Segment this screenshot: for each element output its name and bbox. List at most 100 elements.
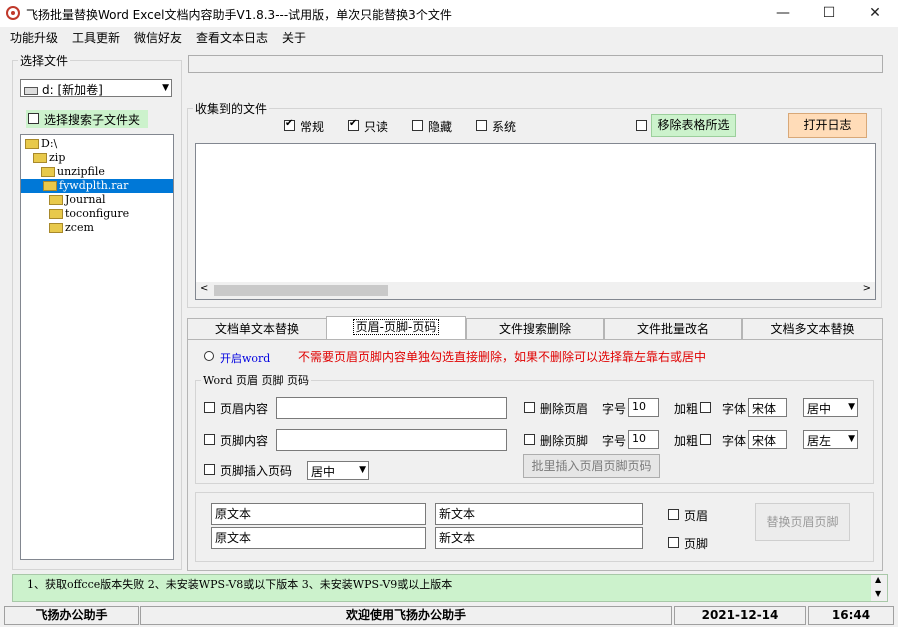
folder-icon [49, 223, 63, 233]
footer-font-label: 字体 [722, 434, 747, 448]
menu-bar: 功能升级 工具更新 微信好友 查看文本日志 关于 [0, 27, 898, 47]
scroll-right-icon[interactable]: > [863, 283, 871, 294]
include-subfolders[interactable]: 选择搜索子文件夹 [26, 110, 148, 128]
replace-header-label: 页眉 [684, 509, 709, 523]
filter-system-label: 系统 [492, 120, 517, 134]
tab-multi-replace[interactable]: 文档多文本替换 [742, 318, 883, 340]
header-content-label: 页眉内容 [220, 402, 269, 416]
footer-bold-checkbox[interactable] [700, 434, 711, 445]
tree-item[interactable]: toconfigure [49, 207, 129, 221]
filter-readonly-label: 只读 [364, 120, 389, 134]
delete-footer-checkbox[interactable] [524, 434, 535, 445]
replace-footer-checkbox[interactable] [668, 537, 679, 548]
header-bold-checkbox[interactable] [700, 402, 711, 413]
scroll-up-icon[interactable]: ▲ [875, 575, 881, 584]
tree-item[interactable]: unzipfile [41, 165, 105, 179]
header-bold-label: 加粗 [674, 402, 699, 416]
folder-open-icon [43, 181, 57, 191]
filter-hidden-checkbox[interactable] [412, 120, 423, 131]
tab-batch-rename[interactable]: 文件批量改名 [604, 318, 742, 340]
menu-wechat[interactable]: 微信好友 [134, 29, 182, 46]
original-text-input-2[interactable]: 原文本 [211, 527, 426, 549]
header-size-input[interactable]: 10 [628, 398, 659, 417]
folder-tree[interactable]: D:\ zip unzipfile fywdplth.rar Journal t… [20, 134, 174, 560]
filter-hidden-label: 隐藏 [428, 120, 453, 134]
log-text: 1、获取offcce版本失败 2、未安装WPS-V8或以下版本 3、未安装WPS… [27, 578, 453, 591]
delete-header-label: 删除页眉 [540, 402, 589, 416]
horizontal-scrollbar[interactable]: < > [196, 282, 875, 299]
folder-icon [49, 195, 63, 205]
scroll-left-icon[interactable]: < [200, 283, 208, 294]
filter-normal-label: 常规 [300, 120, 325, 134]
header-font-label: 字体 [722, 402, 747, 416]
chevron-down-icon: ▼ [359, 465, 366, 475]
tab-single-replace[interactable]: 文档单文本替换 [187, 318, 327, 340]
tab-file-search-delete[interactable]: 文件搜索删除 [466, 318, 604, 340]
window-title: 飞扬批量替换Word Excel文档内容助手V1.8.3---试用版，单次只能替… [26, 8, 452, 22]
header-align-select[interactable]: 居中 ▼ [803, 398, 858, 417]
footer-size-input[interactable]: 10 [628, 430, 659, 449]
tree-item[interactable]: D:\ [25, 137, 57, 151]
footer-font-input[interactable]: 宋体 [748, 430, 787, 449]
header-font-input[interactable]: 宋体 [748, 398, 787, 417]
delete-header-checkbox[interactable] [524, 402, 535, 413]
footer-page-number-checkbox[interactable] [204, 464, 215, 475]
drive-select[interactable]: d: [新加卷] ▼ [20, 79, 172, 97]
tree-item[interactable]: zcem [49, 221, 94, 235]
title-bar: 飞扬批量替换Word Excel文档内容助手V1.8.3---试用版，单次只能替… [0, 0, 898, 27]
notice-text: 不需要页眉页脚内容单独勾选直接删除，如果不删除可以选择靠左靠右或居中 [298, 350, 707, 364]
tree-item-selected[interactable]: fywdplth.rar [21, 179, 173, 193]
select-file-title: 选择文件 [18, 52, 71, 69]
scroll-down-icon[interactable]: ▼ [875, 589, 881, 598]
word-group-title: Word 页眉 页脚 页码 [201, 372, 311, 388]
tree-item[interactable]: zip [33, 151, 65, 165]
footer-bold-label: 加粗 [674, 434, 699, 448]
footer-align-select[interactable]: 居左 ▼ [803, 430, 858, 449]
new-text-input-1[interactable]: 新文本 [435, 503, 643, 525]
folder-open-icon [33, 153, 47, 163]
replace-header-footer-button[interactable]: 替换页眉页脚 [755, 503, 850, 541]
path-bar [188, 55, 883, 73]
footer-content-checkbox[interactable] [204, 434, 215, 445]
new-text-input-2[interactable]: 新文本 [435, 527, 643, 549]
open-word-radio[interactable] [204, 351, 214, 361]
log-area: 1、获取offcce版本失败 2、未安装WPS-V8或以下版本 3、未安装WPS… [12, 574, 888, 602]
tab-header-footer[interactable]: 页眉-页脚-页码 [326, 316, 466, 340]
select-all-checkbox[interactable] [636, 120, 647, 131]
original-text-input-1[interactable]: 原文本 [211, 503, 426, 525]
scrollbar-thumb[interactable] [214, 285, 388, 296]
file-list-table[interactable]: < > [195, 143, 876, 300]
close-button[interactable]: ✕ [852, 0, 898, 27]
remove-selected-button[interactable]: 移除表格所选 [651, 114, 736, 137]
page-number-align-select[interactable]: 居中 ▼ [307, 461, 369, 480]
batch-insert-button[interactable]: 批里插入页眉页脚页码 [523, 454, 660, 478]
folder-open-icon [25, 139, 39, 149]
folder-icon [49, 209, 63, 219]
footer-size-label: 字号 [602, 434, 627, 448]
header-size-label: 字号 [602, 402, 627, 416]
menu-upgrade[interactable]: 功能升级 [10, 29, 58, 46]
filter-readonly-checkbox[interactable] [348, 118, 359, 131]
chevron-down-icon: ▼ [848, 434, 855, 444]
footer-content-input[interactable] [276, 429, 507, 451]
include-subfolders-checkbox[interactable] [28, 113, 39, 124]
header-content-checkbox[interactable] [204, 402, 215, 413]
tree-item[interactable]: Journal [49, 193, 106, 207]
chevron-down-icon: ▼ [162, 83, 169, 93]
include-subfolders-label: 选择搜索子文件夹 [44, 113, 141, 127]
footer-page-number-label: 页脚插入页码 [220, 464, 293, 478]
folder-open-icon [41, 167, 55, 177]
status-welcome: 欢迎使用飞扬办公助手 [140, 606, 672, 625]
maximize-button[interactable]: ☐ [806, 0, 852, 27]
open-log-button[interactable]: 打开日志 [788, 113, 867, 138]
menu-about[interactable]: 关于 [282, 29, 306, 46]
log-scrollbar[interactable]: ▲ ▼ [871, 575, 887, 601]
filter-system-checkbox[interactable] [476, 120, 487, 131]
chevron-down-icon: ▼ [848, 402, 855, 412]
filter-normal-checkbox[interactable] [284, 118, 295, 131]
menu-tool-update[interactable]: 工具更新 [72, 29, 120, 46]
header-content-input[interactable] [276, 397, 507, 419]
replace-header-checkbox[interactable] [668, 509, 679, 520]
minimize-button[interactable]: — [760, 0, 806, 27]
menu-view-log[interactable]: 查看文本日志 [196, 29, 268, 46]
